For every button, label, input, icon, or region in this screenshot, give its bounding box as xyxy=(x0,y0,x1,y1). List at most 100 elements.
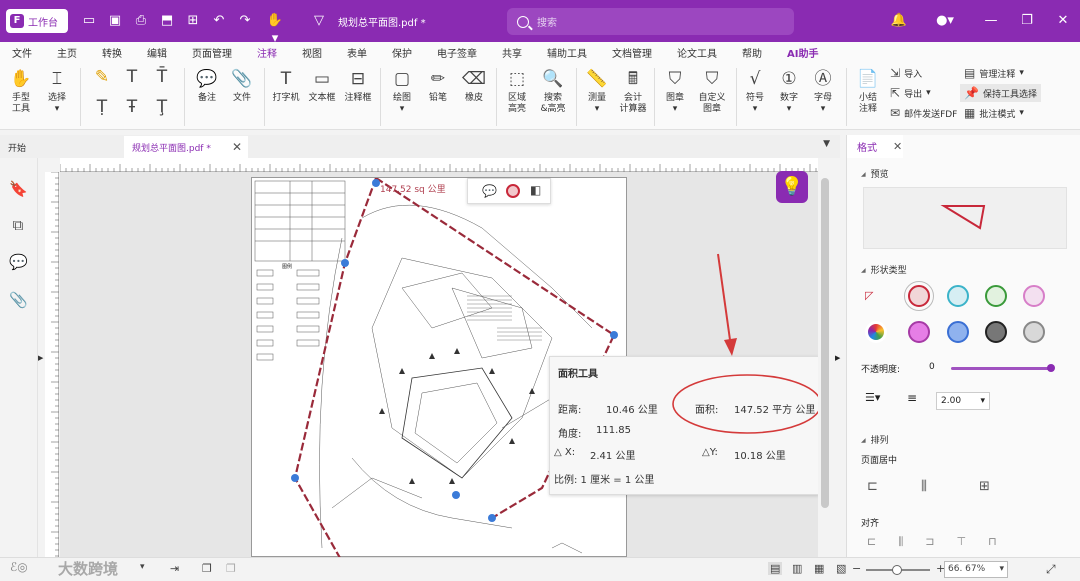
restore-icon[interactable]: ❐ xyxy=(1018,12,1036,30)
tab-format[interactable]: 格式 ✕ xyxy=(847,135,903,158)
zoom-slider[interactable] xyxy=(866,565,930,575)
opacity-slider[interactable] xyxy=(951,364,1055,372)
file-attach-button[interactable]: 📎 文件 xyxy=(229,68,255,104)
note-button[interactable]: 💬 备注 xyxy=(194,68,220,104)
menu-item-3[interactable]: 编辑 xyxy=(147,45,167,60)
expand-left-panel-icon[interactable]: ▶ xyxy=(38,354,43,362)
pencil-button[interactable]: ✏ 铅笔 xyxy=(424,68,452,104)
center-both-icon[interactable]: ⊞ xyxy=(979,479,990,494)
draw-button[interactable]: ▢ 绘图 ▾ xyxy=(388,68,416,115)
menu-item-0[interactable]: 文件 xyxy=(12,45,32,60)
new-file-icon[interactable]: ⊞ xyxy=(184,12,202,30)
menu-item-7[interactable]: 表单 xyxy=(347,45,367,60)
menu-item-6[interactable]: 视图 xyxy=(302,45,322,60)
bookmark-icon[interactable]: 🔖 xyxy=(9,180,28,198)
facing-view-icon[interactable]: ▦ xyxy=(814,562,824,575)
zoom-slider-knob[interactable] xyxy=(892,565,902,575)
swatch-pink[interactable] xyxy=(1023,285,1045,307)
comment-icon[interactable]: 💬 xyxy=(482,184,497,198)
close-icon[interactable]: ✕ xyxy=(1054,12,1072,30)
facing-continuous-view-icon[interactable]: ▧ xyxy=(836,562,846,575)
menu-item-10[interactable]: 共享 xyxy=(502,45,522,60)
textbox-button[interactable]: ▭ 文本框 xyxy=(306,68,338,104)
insert-text-button[interactable]: Ṭ xyxy=(92,96,112,121)
strikeout-text-button[interactable]: T̄ xyxy=(152,66,172,91)
summary-button[interactable]: 📄 小结 注释 xyxy=(854,68,882,115)
export-button[interactable]: ⇱ 导出 ▾ xyxy=(890,86,931,100)
menu-item-9[interactable]: 电子签章 xyxy=(437,45,477,60)
copy-pages-icon[interactable]: ❐ xyxy=(202,562,212,575)
line-width-select[interactable]: 2.00 ▾ xyxy=(936,392,990,410)
properties-icon[interactable]: ◧ xyxy=(530,183,541,197)
callout-button[interactable]: ⊟ 注释框 xyxy=(342,68,374,104)
color-circle-icon[interactable] xyxy=(506,184,520,198)
single-page-view-icon[interactable]: ▤ xyxy=(768,562,783,575)
zoom-select[interactable]: 66. 67% ▾ xyxy=(944,561,1008,578)
menu-item-12[interactable]: 文档管理 xyxy=(612,45,652,60)
attachment-icon[interactable]: 📎 xyxy=(9,291,28,309)
letter-button[interactable]: Ⓐ 字母 ▾ xyxy=(810,68,836,115)
keep-tool-button[interactable]: 📌 保持工具选择 xyxy=(960,84,1041,102)
typewriter-button[interactable]: T 打字机 xyxy=(270,68,302,104)
page-dropdown-icon[interactable]: ▾ xyxy=(140,562,145,572)
center-horizontal-icon[interactable]: ⊏ xyxy=(867,479,878,494)
highlight-text-button[interactable]: ✎ xyxy=(92,66,112,91)
stamp-button[interactable]: ⛉ 图章 ▾ xyxy=(660,68,690,115)
manage-comments-button[interactable]: ▤ 管理注释 ▾ xyxy=(964,66,1024,80)
close-tab-icon[interactable]: ✕ xyxy=(232,140,242,154)
fullscreen-icon[interactable]: ⤢ xyxy=(1046,562,1056,577)
menu-item-5[interactable]: 注释 xyxy=(255,45,279,64)
menu-item-1[interactable]: 主页 xyxy=(57,45,77,60)
color-wheel-icon[interactable] xyxy=(865,321,887,343)
menu-item-15[interactable]: AI助手 xyxy=(787,45,818,60)
menu-item-14[interactable]: 帮助 xyxy=(742,45,762,60)
batch-mode-button[interactable]: ▦ 批注模式 ▾ xyxy=(964,106,1024,120)
swatch-blue[interactable] xyxy=(947,321,969,343)
select-button[interactable]: ⌶ 选择 ▾ xyxy=(44,68,70,115)
menu-item-2[interactable]: 转换 xyxy=(102,45,122,60)
send-email-button[interactable]: ✉ 邮件发送FDF xyxy=(890,106,957,120)
tab-list-chevron-icon[interactable]: ▼ xyxy=(823,139,830,149)
prev-page-icon[interactable]: ⇥ xyxy=(170,562,179,575)
squiggly-text-button[interactable]: Ţ xyxy=(152,96,172,121)
close-panel-icon[interactable]: ✕ xyxy=(893,140,902,153)
open-folder-icon[interactable]: ▭ xyxy=(80,12,98,30)
continuous-view-icon[interactable]: ▥ xyxy=(792,562,802,575)
custom-stamp-button[interactable]: ⛉ 自定义 图章 xyxy=(694,68,730,115)
align-icons-row[interactable]: ⊏⫼⊐⊤⊓ xyxy=(867,535,1019,549)
menu-item-8[interactable]: 保护 xyxy=(392,45,412,60)
export-icon[interactable]: ⬒ xyxy=(158,12,176,30)
center-vertical-icon[interactable]: ⫼ xyxy=(921,479,927,494)
pages-icon[interactable]: ⧉ xyxy=(9,216,27,234)
swatch-red[interactable] xyxy=(904,281,934,311)
triangle-shape-icon[interactable]: ◸ xyxy=(865,289,873,302)
area-highlight-button[interactable]: ⬚ 区域 高亮 xyxy=(502,68,532,115)
search-highlight-button[interactable]: 🔍 搜索 &高亮 xyxy=(536,68,570,115)
line-width-icon[interactable]: ≡ xyxy=(907,391,917,405)
swatch-green[interactable] xyxy=(985,285,1007,307)
undo-icon[interactable]: ↶ xyxy=(210,12,228,30)
dropdown-chevron-icon[interactable]: ▽ xyxy=(310,12,328,30)
paste-pages-icon[interactable]: ❐ xyxy=(226,562,236,575)
measure-button[interactable]: 📏 测量 ▾ xyxy=(582,68,612,115)
hand-tool-icon[interactable]: ✋▾ xyxy=(266,12,284,46)
calculator-button[interactable]: 🖩 会计 计算器 xyxy=(616,68,650,115)
minimize-icon[interactable]: — xyxy=(982,12,1000,30)
symbol-button[interactable]: √ 符号 ▾ xyxy=(742,68,768,115)
slider-knob[interactable] xyxy=(1047,364,1055,372)
user-avatar-icon[interactable]: ●▾ xyxy=(930,12,960,30)
swatch-gray[interactable] xyxy=(1023,321,1045,343)
menu-item-13[interactable]: 论文工具 xyxy=(677,45,717,60)
hand-tool-button[interactable]: ✋ 手型 工具 xyxy=(8,68,34,115)
scrollbar-thumb[interactable] xyxy=(821,178,829,508)
vertical-scrollbar[interactable] xyxy=(818,172,832,557)
ai-assistant-bulb-icon[interactable]: 💡 xyxy=(776,171,808,203)
swatch-cyan[interactable] xyxy=(947,285,969,307)
comment-icon[interactable]: 💬 xyxy=(9,253,28,271)
number-button[interactable]: ① 数字 ▾ xyxy=(776,68,802,115)
print-icon[interactable]: ⎙ xyxy=(132,12,150,30)
menu-item-4[interactable]: 页面管理 xyxy=(192,45,232,60)
import-button[interactable]: ⇲ 导入 xyxy=(890,66,922,80)
underline-text-button[interactable]: T xyxy=(122,66,142,91)
redo-icon[interactable]: ↷ xyxy=(236,12,254,30)
